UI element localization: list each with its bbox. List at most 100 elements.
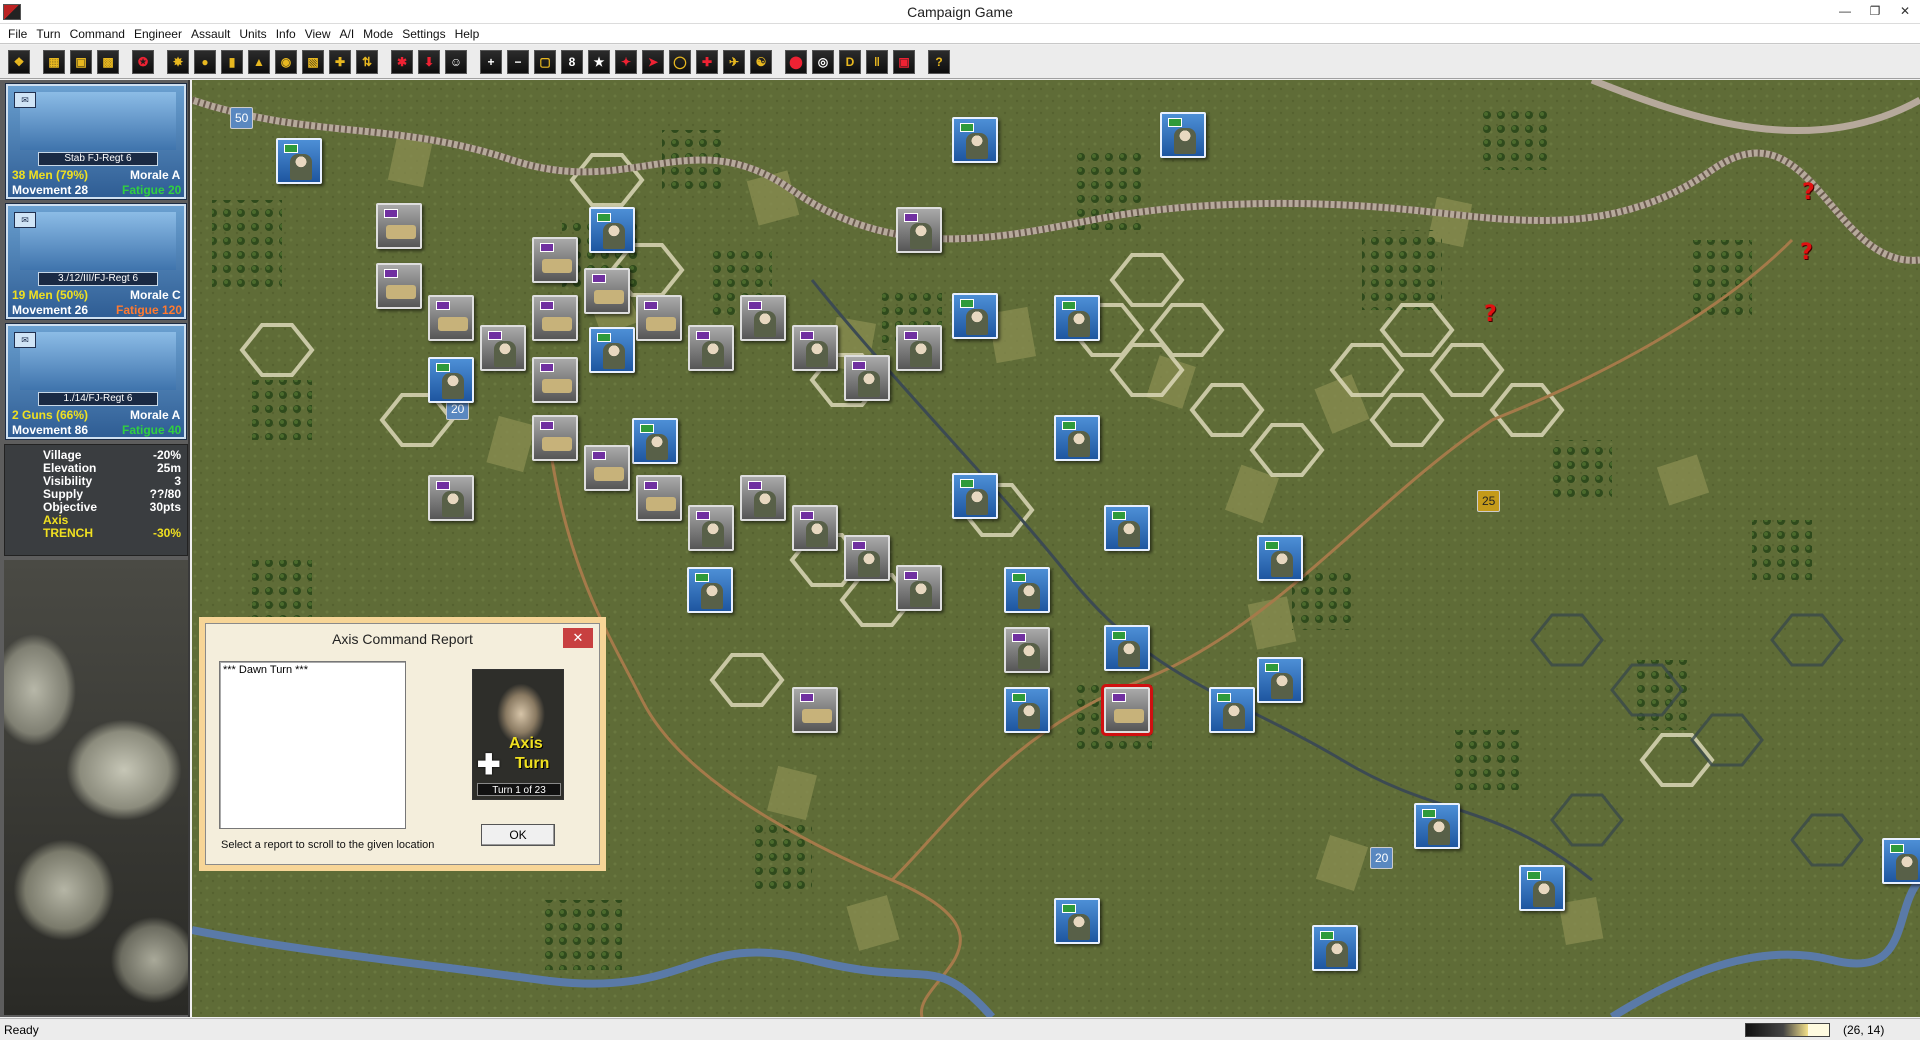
allied-unit-counter[interactable] xyxy=(952,293,998,339)
boat-icon[interactable]: ▣ xyxy=(893,49,915,74)
bars-icon[interactable]: ‖ xyxy=(866,49,888,74)
axis-unit-counter[interactable] xyxy=(792,505,838,551)
axis-unit-counter[interactable] xyxy=(428,475,474,521)
allied-unit-counter[interactable] xyxy=(1054,295,1100,341)
disk-icon[interactable]: ▩ xyxy=(97,49,119,74)
rank-icon[interactable]: ⇅ xyxy=(356,49,378,74)
objective-marker[interactable]: ? xyxy=(1800,240,1813,265)
allied-unit-counter[interactable] xyxy=(1054,415,1100,461)
axis-unit-counter[interactable] xyxy=(532,357,578,403)
axis-unit-counter[interactable] xyxy=(896,565,942,611)
jump-icon[interactable]: ☯ xyxy=(750,49,772,74)
allied-unit-counter[interactable] xyxy=(1160,112,1206,158)
unit-card[interactable]: ✉ Stab FJ-Regt 6 38 Men (79%) Morale A M… xyxy=(5,83,187,200)
menu-turn[interactable]: Turn xyxy=(32,24,65,44)
allied-unit-counter[interactable] xyxy=(1257,657,1303,703)
menu-engineer[interactable]: Engineer xyxy=(130,24,187,44)
restore-button[interactable]: ❐ xyxy=(1860,0,1890,22)
axis-unit-counter[interactable] xyxy=(844,535,890,581)
ammo-icon[interactable]: ▲ xyxy=(248,49,270,74)
axis-unit-counter[interactable] xyxy=(688,505,734,551)
square-icon[interactable]: ▢ xyxy=(534,49,556,74)
axis-unit-counter[interactable] xyxy=(532,415,578,461)
axis-unit-counter[interactable] xyxy=(636,475,682,521)
mine-icon[interactable]: ◉ xyxy=(275,49,297,74)
axis-unit-counter[interactable] xyxy=(584,445,630,491)
allied-unit-counter[interactable] xyxy=(1257,535,1303,581)
allied-unit-counter[interactable] xyxy=(1882,838,1920,884)
crate-icon[interactable]: ▧ xyxy=(302,49,324,74)
ring-icon[interactable]: ◯ xyxy=(669,49,691,74)
allied-unit-counter[interactable] xyxy=(1004,567,1050,613)
dialog-close-button[interactable]: ✕ xyxy=(563,628,593,648)
axis-unit-counter[interactable] xyxy=(480,325,526,371)
menu-view[interactable]: View xyxy=(301,24,336,44)
link-icon[interactable]: ● xyxy=(194,49,216,74)
menu-ai[interactable]: A/I xyxy=(336,24,360,44)
circle-eye-icon[interactable]: ◎ xyxy=(812,49,834,74)
flag-icon[interactable]: ✱ xyxy=(391,49,413,74)
minus-icon[interactable]: − xyxy=(507,49,529,74)
allied-unit-counter[interactable] xyxy=(1054,898,1100,944)
allied-unit-counter[interactable] xyxy=(1519,865,1565,911)
save-icon[interactable]: ▣ xyxy=(70,49,92,74)
axis-unit-counter[interactable] xyxy=(532,237,578,283)
mail-icon[interactable]: ✉ xyxy=(14,92,36,108)
axis-unit-counter[interactable] xyxy=(896,325,942,371)
allied-unit-counter[interactable] xyxy=(687,567,733,613)
d-icon[interactable]: D xyxy=(839,49,861,74)
close-window-button[interactable]: ✕ xyxy=(1890,0,1920,22)
allied-unit-counter[interactable] xyxy=(1004,687,1050,733)
compass-icon[interactable]: ❖ xyxy=(8,49,30,74)
minimize-button[interactable]: — xyxy=(1830,0,1860,22)
menu-command[interactable]: Command xyxy=(66,24,130,44)
arrow-down-icon[interactable]: ⬇ xyxy=(418,49,440,74)
allied-unit-counter[interactable] xyxy=(1209,687,1255,733)
allied-unit-counter[interactable] xyxy=(1312,925,1358,971)
allied-unit-counter[interactable] xyxy=(1414,803,1460,849)
axis-unit-counter[interactable] xyxy=(688,325,734,371)
hex-map[interactable]: 50 20 25 30 20 ? ? ? xyxy=(192,80,1920,1017)
axis-unit-counter[interactable] xyxy=(844,355,890,401)
circle-red-icon[interactable]: ⬤ xyxy=(785,49,807,74)
allied-unit-counter[interactable] xyxy=(952,117,998,163)
allied-unit-counter[interactable] xyxy=(632,418,678,464)
mail-icon[interactable]: ✉ xyxy=(14,212,36,228)
allied-unit-counter[interactable] xyxy=(1104,625,1150,671)
person-icon[interactable]: ☺ xyxy=(445,49,467,74)
bullet-icon[interactable]: ▮ xyxy=(221,49,243,74)
assault-icon[interactable]: ✚ xyxy=(329,49,351,74)
axis-unit-counter[interactable] xyxy=(428,295,474,341)
unit-card[interactable]: ✉ 3./12/III/FJ-Regt 6 19 Men (50%) Moral… xyxy=(5,203,187,320)
fire-icon[interactable]: ✪ xyxy=(132,49,154,74)
report-list[interactable]: *** Dawn Turn *** xyxy=(219,661,406,829)
arrow-icon[interactable]: ➤ xyxy=(642,49,664,74)
mail-icon[interactable]: ✉ xyxy=(14,332,36,348)
menu-units[interactable]: Units xyxy=(235,24,271,44)
objective-marker[interactable]: ? xyxy=(1802,180,1815,205)
selected-axis-unit-counter[interactable] xyxy=(1101,684,1153,736)
menu-info[interactable]: Info xyxy=(272,24,301,44)
menu-file[interactable]: File xyxy=(4,24,32,44)
ok-button[interactable]: OK xyxy=(481,824,555,846)
help-icon[interactable]: ? xyxy=(928,49,950,74)
allied-unit-counter[interactable] xyxy=(589,327,635,373)
eight-icon[interactable]: 8 xyxy=(561,49,583,74)
report-list-item[interactable]: *** Dawn Turn *** xyxy=(223,664,402,676)
menu-mode[interactable]: Mode xyxy=(359,24,398,44)
allied-unit-counter[interactable] xyxy=(428,357,474,403)
allied-unit-counter[interactable] xyxy=(589,207,635,253)
axis-unit-counter[interactable] xyxy=(740,295,786,341)
axis-unit-counter[interactable] xyxy=(1004,627,1050,673)
axis-unit-counter[interactable] xyxy=(376,203,422,249)
axis-unit-counter[interactable] xyxy=(792,325,838,371)
axis-unit-counter[interactable] xyxy=(740,475,786,521)
plane-icon[interactable]: ✈ xyxy=(723,49,745,74)
open-icon[interactable]: ▦ xyxy=(43,49,65,74)
unit-card[interactable]: ✉ 1./14/FJ-Regt 6 2 Guns (66%) Morale A … xyxy=(5,323,187,440)
allied-unit-counter[interactable] xyxy=(952,473,998,519)
axis-unit-counter[interactable] xyxy=(532,295,578,341)
menu-assault[interactable]: Assault xyxy=(187,24,235,44)
tank-icon[interactable]: ✚ xyxy=(696,49,718,74)
menu-help[interactable]: Help xyxy=(451,24,485,44)
